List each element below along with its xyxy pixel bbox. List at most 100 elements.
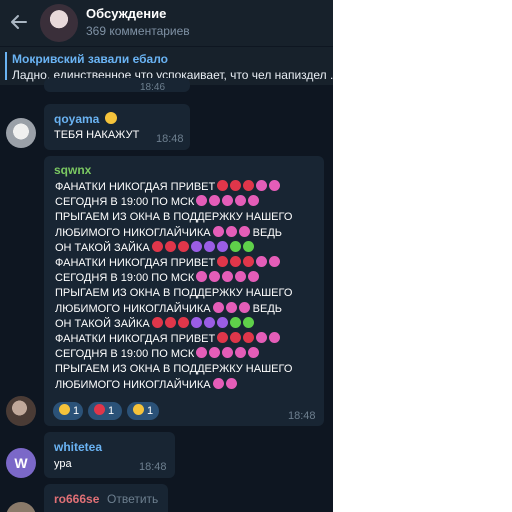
reaction-thinking[interactable]: 1 xyxy=(127,402,159,420)
sender-name-text: qoyama xyxy=(54,112,100,126)
pink-heart-emoji xyxy=(235,347,247,359)
pink-heart-emoji xyxy=(248,271,260,283)
message-text: ура xyxy=(54,458,72,470)
heart-emoji xyxy=(94,404,105,415)
reply-button[interactable]: Ответить xyxy=(107,492,158,506)
thinking-face-emoji xyxy=(133,404,144,415)
sender-name[interactable]: ro666se xyxy=(54,492,99,506)
message-time: 18:48 xyxy=(139,461,167,473)
message-line-text: ЛЮБИМОГО НИКОГЛАЙЧИКА xyxy=(55,378,211,391)
pink-heart-emoji xyxy=(196,271,208,283)
red-heart-emoji xyxy=(217,256,229,268)
pink-heart-emoji xyxy=(225,301,237,313)
red-heart-emoji xyxy=(243,180,255,191)
message-line-text: СЕГОДНЯ В 19:00 ПО МСК xyxy=(55,196,195,209)
pink-heart-emoji xyxy=(209,195,221,207)
pink-heart-emoji xyxy=(256,180,268,191)
reaction-count: 1 xyxy=(147,405,154,417)
thumbs-up-emoji xyxy=(59,404,70,415)
comment-count: 369 комментариев xyxy=(86,24,190,38)
avatar-qoyama[interactable] xyxy=(6,118,36,148)
sender-name[interactable]: qoyama xyxy=(54,112,117,126)
pinned-accent-bar xyxy=(5,52,7,80)
reaction-thumbs-up[interactable]: 1 xyxy=(53,402,83,420)
message-line: ФАНАТКИ НИКОГДАЯ ПРИВЕТ xyxy=(55,332,292,347)
pink-heart-emoji xyxy=(225,377,237,389)
pink-heart-emoji xyxy=(196,195,208,207)
pink-heart-emoji xyxy=(212,377,224,389)
purple-heart-emoji xyxy=(203,316,215,328)
green-heart-emoji xyxy=(229,240,241,252)
purple-heart-emoji xyxy=(190,316,202,328)
message-text: ТЕБЯ НАКАЖУТ xyxy=(54,129,140,141)
avatar-whitetea[interactable]: W xyxy=(6,448,36,478)
message-bubble-qoyama[interactable]: qoyama ТЕБЯ НАКАЖУТ 18:48 xyxy=(44,104,190,150)
red-heart-emoji xyxy=(243,256,255,268)
message-line-suffix: ВЕДЬ xyxy=(249,226,283,239)
telegram-discussion-window: Обсуждение 369 комментариев Мокривский з… xyxy=(0,0,333,512)
pink-heart-emoji xyxy=(238,301,250,313)
green-heart-emoji xyxy=(242,316,254,328)
pink-heart-emoji xyxy=(212,225,224,237)
pink-heart-emoji xyxy=(256,332,268,344)
message-line: СЕГОДНЯ В 19:00 ПО МСК xyxy=(55,347,292,362)
message-line: ОН ТАКОЙ ЗАЙКА xyxy=(55,316,292,332)
pink-heart-emoji xyxy=(256,256,268,268)
sender-name[interactable]: sqwnx xyxy=(54,163,91,177)
message-line: ПРЫГАЕМ ИЗ ОКНА В ПОДДЕРЖКУ НАШЕГО xyxy=(55,210,292,225)
avatar-sqwnx[interactable] xyxy=(6,396,36,426)
pink-heart-emoji xyxy=(222,347,234,359)
message-line: ЛЮБИМОГО НИКОГЛАЙЧИКА ВЕДЬ xyxy=(55,225,292,241)
message-line: ЛЮБИМОГО НИКОГЛАЙЧИКА xyxy=(55,377,292,393)
purple-heart-emoji xyxy=(190,240,202,252)
red-heart-emoji xyxy=(230,332,242,344)
message-bubble-whitetea[interactable]: whitetea ура 18:48 xyxy=(44,432,175,478)
red-heart-emoji xyxy=(151,316,163,328)
red-heart-emoji xyxy=(151,240,163,252)
pink-heart-emoji xyxy=(196,347,208,359)
message-line-text: СЕГОДНЯ В 19:00 ПО МСК xyxy=(55,348,195,361)
message-time: 18:48 xyxy=(288,410,316,422)
message-line: ФАНАТКИ НИКОГДАЯ ПРИВЕТ xyxy=(55,180,292,195)
purple-heart-emoji xyxy=(216,316,228,328)
message-line-text: ФАНАТКИ НИКОГДАЯ ПРИВЕТ xyxy=(55,257,216,270)
message-bubble-partial[interactable] xyxy=(44,78,190,92)
channel-avatar[interactable] xyxy=(40,4,78,42)
pink-heart-emoji xyxy=(238,225,250,237)
message-line-text: СЕГОДНЯ В 19:00 ПО МСК xyxy=(55,272,195,285)
red-heart-emoji xyxy=(230,180,242,191)
back-arrow-icon[interactable] xyxy=(8,11,30,33)
pinned-author: Мокривский завали ебало xyxy=(12,52,168,66)
pink-heart-emoji xyxy=(248,347,260,359)
pink-heart-emoji xyxy=(222,271,234,283)
message-line: ФАНАТКИ НИКОГДАЯ ПРИВЕТ xyxy=(55,256,292,271)
pink-heart-emoji xyxy=(269,332,281,344)
header-title: Обсуждение xyxy=(86,6,167,21)
message-time: 18:48 xyxy=(156,133,184,145)
avatar-ro666se[interactable] xyxy=(6,502,36,512)
pink-heart-emoji xyxy=(248,195,260,207)
pink-heart-emoji xyxy=(222,195,234,207)
pink-heart-emoji xyxy=(269,180,281,191)
pink-heart-emoji xyxy=(225,225,237,237)
message-line: ЛЮБИМОГО НИКОГЛАЙЧИКА ВЕДЬ xyxy=(55,301,292,317)
red-heart-emoji xyxy=(177,316,189,328)
green-heart-emoji xyxy=(229,316,241,328)
red-heart-emoji xyxy=(164,316,176,328)
sender-name[interactable]: whitetea xyxy=(54,440,102,454)
pink-heart-emoji xyxy=(209,271,221,283)
red-heart-emoji xyxy=(177,240,189,252)
message-line-text: ПРЫГАЕМ ИЗ ОКНА В ПОДДЕРЖКУ НАШЕГО xyxy=(55,287,293,300)
reaction-heart[interactable]: 1 xyxy=(88,402,122,420)
message-line-text: ОН ТАКОЙ ЗАЙКА xyxy=(55,241,150,254)
reaction-count: 1 xyxy=(108,405,115,417)
message-line-text: ЛЮБИМОГО НИКОГЛАЙЧИКА xyxy=(55,302,211,315)
message-time: 18:46 xyxy=(140,82,166,93)
message-line: СЕГОДНЯ В 19:00 ПО МСК xyxy=(55,195,292,210)
message-line-text: ОН ТАКОЙ ЗАЙКА xyxy=(55,317,150,330)
red-heart-emoji xyxy=(164,240,176,252)
laughing-face-emoji xyxy=(104,112,117,124)
message-line: ПРЫГАЕМ ИЗ ОКНА В ПОДДЕРЖКУ НАШЕГО xyxy=(55,362,292,377)
red-heart-emoji xyxy=(217,332,229,344)
message-line-text: ПРЫГАЕМ ИЗ ОКНА В ПОДДЕРЖКУ НАШЕГО xyxy=(55,363,293,376)
